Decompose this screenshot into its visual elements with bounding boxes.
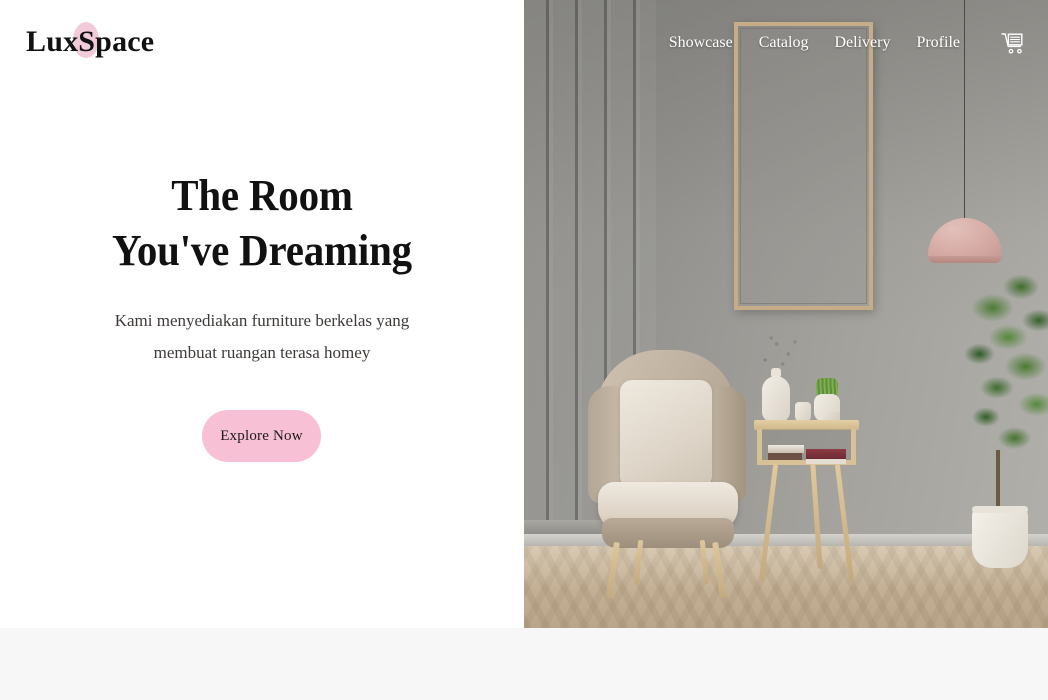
potted-ficus-tree bbox=[942, 270, 1048, 570]
explore-now-button[interactable]: Explore Now bbox=[202, 410, 321, 462]
nav-link-delivery[interactable]: Delivery bbox=[834, 34, 890, 52]
shopping-cart-icon bbox=[1001, 32, 1023, 54]
main-navigation: Showcase Catalog Delivery Profile bbox=[524, 0, 1048, 86]
armchair bbox=[584, 350, 749, 600]
side-table bbox=[754, 332, 859, 600]
small-cup bbox=[795, 402, 811, 422]
book-stack-light bbox=[768, 445, 804, 453]
tree-planter-rim bbox=[972, 506, 1028, 513]
page-title: The Room You've Dreaming bbox=[18, 168, 505, 278]
side-table-leg-right bbox=[834, 464, 855, 582]
brand-logo[interactable]: LuxSpace bbox=[26, 22, 155, 60]
book-stack-dark bbox=[768, 453, 802, 460]
ceramic-vase bbox=[762, 376, 790, 422]
hero-copy: The Room You've Dreaming Kami menyediaka… bbox=[0, 0, 524, 628]
armchair-cushion bbox=[620, 380, 712, 490]
side-table-leg-back bbox=[810, 463, 823, 570]
brand-logo-text: LuxSpace bbox=[26, 25, 155, 58]
tree-foliage bbox=[942, 270, 1048, 480]
nav-link-showcase[interactable]: Showcase bbox=[669, 34, 733, 52]
cart-button[interactable] bbox=[1000, 31, 1026, 56]
headline-line-1: The Room bbox=[171, 171, 353, 220]
headline-line-2: You've Dreaming bbox=[112, 226, 412, 275]
landing-page: LuxSpace The Room You've Dreaming Kami m… bbox=[0, 0, 1048, 700]
armchair-leg-front-right bbox=[712, 541, 726, 599]
armchair-leg-front-left bbox=[606, 541, 620, 599]
tree-planter bbox=[972, 506, 1028, 568]
nav-link-profile[interactable]: Profile bbox=[916, 34, 960, 52]
nav-link-catalog[interactable]: Catalog bbox=[759, 34, 809, 52]
hero-left-panel: LuxSpace The Room You've Dreaming Kami m… bbox=[0, 0, 524, 628]
below-fold-section bbox=[0, 628, 1048, 700]
pendant-lamp-lip bbox=[928, 256, 1002, 263]
side-table-leg-left bbox=[758, 464, 779, 582]
book-red bbox=[806, 449, 846, 459]
dried-twigs bbox=[756, 332, 802, 372]
hero-subtitle: Kami menyediakan furniture berkelas yang… bbox=[114, 311, 410, 362]
hero-image bbox=[524, 0, 1048, 628]
